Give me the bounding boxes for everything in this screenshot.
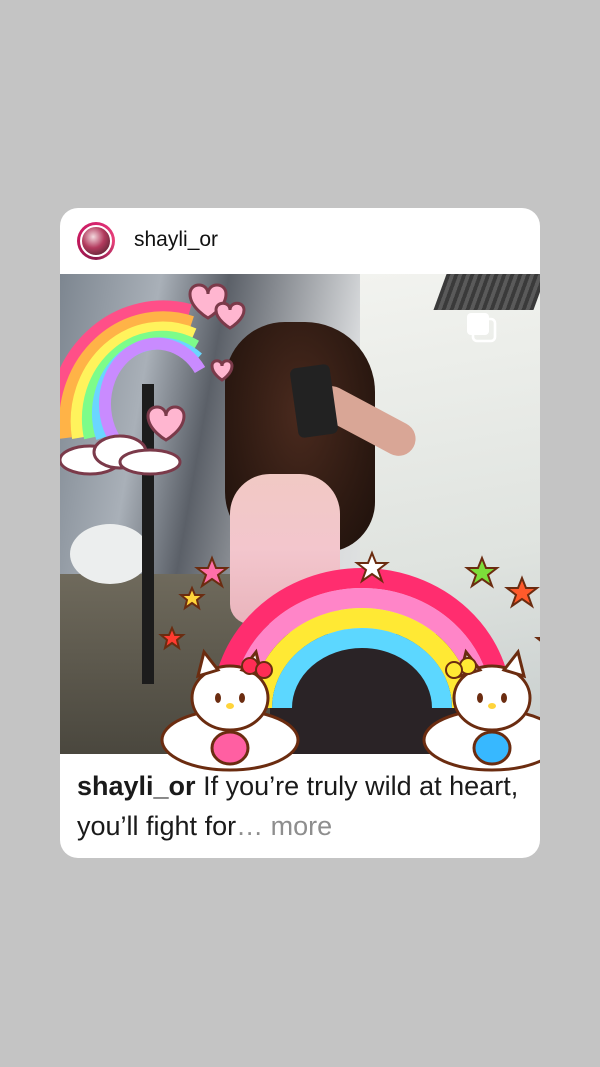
caption-username[interactable]: shayli_or: [77, 771, 196, 801]
caption-ellipsis: …: [236, 811, 264, 841]
post-caption: shayli_or If you’re truly wild at heart,…: [77, 766, 527, 846]
photo-sink: [70, 524, 150, 584]
post-header: shayli_or: [60, 208, 540, 274]
avatar-photo: [80, 225, 112, 257]
more-link[interactable]: more: [263, 811, 333, 841]
photo-vent: [433, 274, 540, 310]
avatar[interactable]: [77, 222, 115, 260]
kitty-rainbow-sticker: [158, 550, 540, 772]
post-username[interactable]: shayli_or: [134, 228, 218, 252]
multiple-photos-icon: [467, 313, 497, 343]
rainbow-cloud-sticker: [60, 283, 246, 476]
post-card[interactable]: shayli_or shayli_or If you’re truly wild…: [60, 208, 540, 858]
